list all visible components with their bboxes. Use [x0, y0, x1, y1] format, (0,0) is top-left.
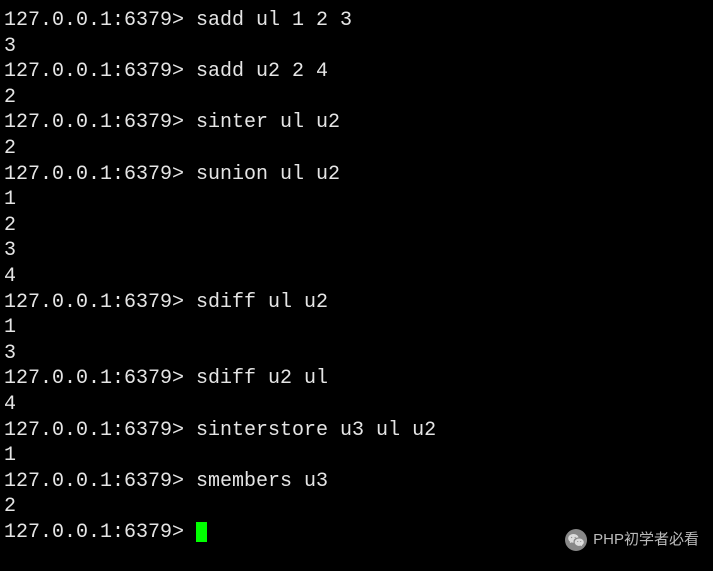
watermark: PHP初学者必看 [565, 529, 699, 551]
terminal-line: 4 [4, 392, 709, 418]
output-text: 2 [4, 214, 16, 237]
command-text: smembers u3 [196, 470, 328, 493]
command-text: sinterstore u3 ul u2 [196, 419, 436, 442]
wechat-icon [565, 529, 587, 551]
output-text: 1 [4, 316, 16, 339]
cursor[interactable] [196, 522, 207, 542]
terminal-line: 127.0.0.1:6379> sadd u2 2 4 [4, 59, 709, 85]
prompt: 127.0.0.1:6379> [4, 291, 196, 314]
terminal-line: 3 [4, 34, 709, 60]
terminal-line: 127.0.0.1:6379> sinterstore u3 ul u2 [4, 418, 709, 444]
terminal-line: 127.0.0.1:6379> sdiff u2 ul [4, 366, 709, 392]
output-text: 2 [4, 137, 16, 160]
command-text: sdiff u2 ul [196, 367, 328, 390]
terminal-line: 3 [4, 341, 709, 367]
command-text: sadd ul 1 2 3 [196, 9, 352, 32]
prompt: 127.0.0.1:6379> [4, 111, 196, 134]
terminal-line: 2 [4, 136, 709, 162]
terminal-line: 4 [4, 264, 709, 290]
output-text: 3 [4, 239, 16, 262]
output-text: 1 [4, 188, 16, 211]
terminal-line: 1 [4, 443, 709, 469]
output-text: 3 [4, 342, 16, 365]
watermark-text: PHP初学者必看 [593, 530, 699, 549]
prompt: 127.0.0.1:6379> [4, 9, 196, 32]
terminal-line: 127.0.0.1:6379> sdiff ul u2 [4, 290, 709, 316]
output-text: 3 [4, 35, 16, 58]
prompt: 127.0.0.1:6379> [4, 521, 196, 544]
terminal-line: 1 [4, 187, 709, 213]
command-text: sdiff ul u2 [196, 291, 328, 314]
output-text: 2 [4, 86, 16, 109]
output-text: 4 [4, 393, 16, 416]
output-text: 2 [4, 495, 16, 518]
terminal-line: 127.0.0.1:6379> sunion ul u2 [4, 162, 709, 188]
terminal-line: 2 [4, 494, 709, 520]
prompt: 127.0.0.1:6379> [4, 60, 196, 83]
prompt: 127.0.0.1:6379> [4, 419, 196, 442]
terminal-output[interactable]: 127.0.0.1:6379> sadd ul 1 2 33127.0.0.1:… [4, 8, 709, 545]
prompt: 127.0.0.1:6379> [4, 367, 196, 390]
command-text: sunion ul u2 [196, 163, 340, 186]
terminal-line: 2 [4, 85, 709, 111]
output-text: 4 [4, 265, 16, 288]
terminal-line: 127.0.0.1:6379> sinter ul u2 [4, 110, 709, 136]
prompt: 127.0.0.1:6379> [4, 470, 196, 493]
command-text: sinter ul u2 [196, 111, 340, 134]
terminal-line: 3 [4, 238, 709, 264]
terminal-line: 127.0.0.1:6379> smembers u3 [4, 469, 709, 495]
terminal-line: 1 [4, 315, 709, 341]
command-text: sadd u2 2 4 [196, 60, 328, 83]
output-text: 1 [4, 444, 16, 467]
terminal-line: 2 [4, 213, 709, 239]
prompt: 127.0.0.1:6379> [4, 163, 196, 186]
terminal-line: 127.0.0.1:6379> sadd ul 1 2 3 [4, 8, 709, 34]
